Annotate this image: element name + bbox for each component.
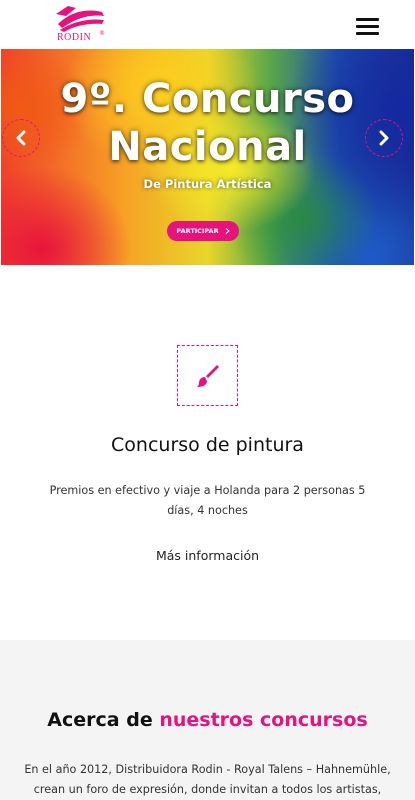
slider-prev-button[interactable] bbox=[2, 119, 40, 157]
chevron-left-icon bbox=[16, 130, 26, 146]
more-info-link[interactable]: Más información bbox=[0, 548, 415, 563]
about-title: Acerca de nuestros concursos bbox=[0, 709, 415, 731]
hamburger-menu-icon[interactable] bbox=[356, 17, 380, 35]
feature-title: Concurso de pintura bbox=[111, 434, 304, 456]
site-header: RODIN ® bbox=[0, 0, 415, 49]
chevron-right-icon bbox=[225, 228, 230, 234]
paintbrush-icon-box bbox=[177, 345, 238, 406]
about-title-prefix: Acerca de bbox=[47, 709, 153, 731]
about-title-accent: nuestros concursos bbox=[159, 709, 368, 731]
hero-title-line2: Nacional bbox=[108, 124, 307, 170]
about-section: Acerca de nuestros concursos En el año 2… bbox=[0, 640, 415, 800]
slider-next-button[interactable] bbox=[365, 119, 403, 157]
participar-button[interactable]: PARTICIPAR bbox=[167, 221, 239, 241]
hero-slider: 9º. Concurso Nacional De Pintura Artísti… bbox=[1, 49, 414, 265]
rodin-logo[interactable]: RODIN ® bbox=[52, 2, 110, 46]
logo-text: RODIN bbox=[57, 32, 92, 43]
hero-subtitle: De Pintura Artística bbox=[143, 177, 272, 191]
participar-label: PARTICIPAR bbox=[176, 227, 219, 235]
registered-mark: ® bbox=[99, 30, 105, 37]
about-text: En el año 2012, Distribuidora Rodin - Ro… bbox=[24, 763, 391, 796]
chevron-right-icon bbox=[379, 130, 389, 146]
paintbrush-icon bbox=[196, 364, 219, 387]
feature-description: Premios en efectivo y viaje a Holanda pa… bbox=[49, 484, 366, 517]
hero-title-line1: 9º. Concurso bbox=[60, 76, 355, 122]
hero-title: 9º. Concurso Nacional bbox=[1, 75, 414, 171]
